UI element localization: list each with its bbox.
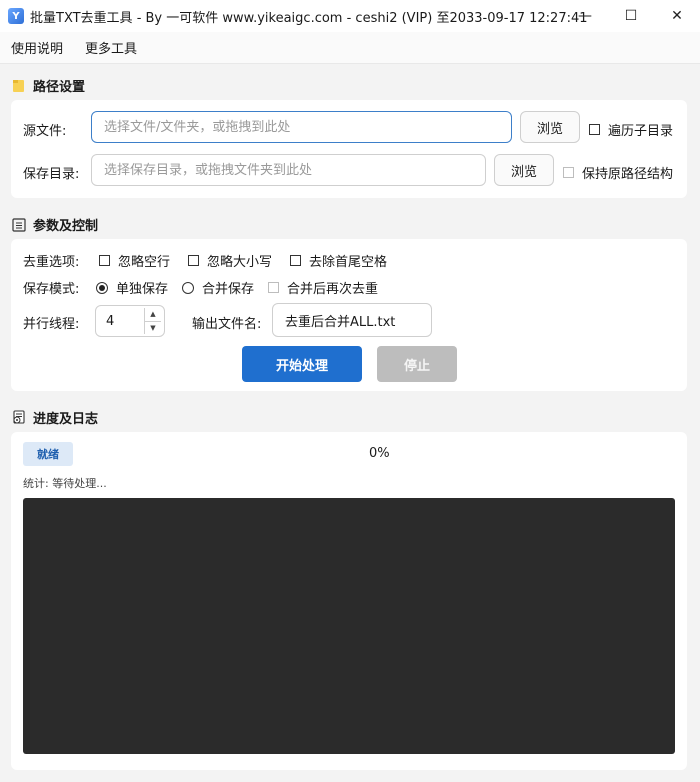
threads-spinbox[interactable]: 4 ▲ ▼ <box>95 305 165 337</box>
save-mode-separate-radio-circle[interactable] <box>96 281 108 294</box>
menu-item-help[interactable]: 使用说明 <box>0 38 74 57</box>
log-icon <box>11 410 27 426</box>
close-button[interactable]: ✕ <box>654 0 700 32</box>
threads-up-icon[interactable]: ▲ <box>145 308 161 322</box>
save-dir-input[interactable] <box>91 154 486 186</box>
menu-item-more-tools[interactable]: 更多工具 <box>74 38 148 57</box>
params-section-header: 参数及控制 <box>11 215 98 234</box>
menu-bar: 使用说明 更多工具 <box>0 32 700 64</box>
keep-structure-checkbox-box[interactable] <box>563 167 574 178</box>
save-mode-merge-radio[interactable]: 合并保存 <box>182 278 254 297</box>
save-mode-label: 保存模式: <box>23 282 80 297</box>
save-dir-label: 保存目录: <box>23 167 80 182</box>
start-button[interactable]: 开始处理 <box>242 346 362 382</box>
title-bar: Y 批量TXT去重工具 - By 一可软件 www.yikeaigc.com -… <box>0 0 700 33</box>
minimize-button[interactable]: — <box>562 0 608 32</box>
save-mode-merge-radio-circle[interactable] <box>182 281 194 294</box>
progress-percent: 0% <box>369 446 390 461</box>
app-icon: Y <box>8 8 24 24</box>
progress-section-header: 进度及日志 <box>11 408 98 427</box>
recursive-label: 遍历子目录 <box>608 124 674 139</box>
window-title: 批量TXT去重工具 - By 一可软件 www.yikeaigc.com - c… <box>30 10 588 26</box>
path-settings-card: 源文件: 浏览 遍历子目录 保存目录: 浏览 保持原路径结构 <box>11 100 687 198</box>
merge-dedup-checkbox[interactable]: 合并后再次去重 <box>268 278 378 297</box>
save-mode-separate-label: 单独保存 <box>116 282 169 297</box>
progress-card: 就绪 0% 统计: 等待处理... <box>11 432 687 770</box>
ignore-case-label: 忽略大小写 <box>207 255 273 270</box>
window-controls: — ☐ ✕ <box>562 0 700 32</box>
maximize-button[interactable]: ☐ <box>608 0 654 32</box>
merge-dedup-box[interactable] <box>268 282 279 293</box>
source-file-label: 源文件: <box>23 124 67 139</box>
save-mode-separate-radio[interactable]: 单独保存 <box>96 278 168 297</box>
recursive-checkbox[interactable]: 遍历子目录 <box>589 120 673 139</box>
params-section-title: 参数及控制 <box>33 219 99 234</box>
threads-label: 并行线程: <box>23 317 80 332</box>
recursive-checkbox-box[interactable] <box>589 124 600 135</box>
stats-text: 统计: 等待处理... <box>23 477 107 490</box>
source-browse-button[interactable]: 浏览 <box>520 111 580 143</box>
status-badge: 就绪 <box>23 442 73 466</box>
keep-structure-label: 保持原路径结构 <box>582 167 674 182</box>
save-mode-merge-label: 合并保存 <box>202 282 255 297</box>
trim-spaces-label: 去除首尾空格 <box>309 255 388 270</box>
threads-value[interactable]: 4 <box>96 314 144 329</box>
threads-stepper[interactable]: ▲ ▼ <box>144 308 161 334</box>
trim-spaces-checkbox[interactable]: 去除首尾空格 <box>290 251 387 270</box>
save-browse-button[interactable]: 浏览 <box>494 154 554 186</box>
list-icon <box>11 217 27 233</box>
folder-icon <box>11 78 27 94</box>
path-section-header: 路径设置 <box>11 76 85 95</box>
dedup-options-label: 去重选项: <box>23 255 80 270</box>
params-card: 去重选项: 忽略空行 忽略大小写 去除首尾空格 保存模式: 单独保存 合并保存 … <box>11 239 687 391</box>
output-name-input[interactable]: 去重后合并ALL.txt <box>272 303 432 337</box>
merge-dedup-label: 合并后再次去重 <box>287 282 379 297</box>
threads-down-icon[interactable]: ▼ <box>145 322 161 335</box>
ignore-case-checkbox[interactable]: 忽略大小写 <box>188 251 272 270</box>
ignore-empty-lines-checkbox[interactable]: 忽略空行 <box>99 251 170 270</box>
path-section-title: 路径设置 <box>33 80 86 95</box>
output-name-label: 输出文件名: <box>192 317 262 332</box>
trim-spaces-box[interactable] <box>290 255 301 266</box>
progress-section-title: 进度及日志 <box>33 412 99 427</box>
ignore-case-box[interactable] <box>188 255 199 266</box>
source-file-input[interactable] <box>91 111 512 143</box>
stop-button[interactable]: 停止 <box>377 346 457 382</box>
keep-structure-checkbox[interactable]: 保持原路径结构 <box>563 163 673 182</box>
log-output[interactable] <box>23 498 675 754</box>
ignore-empty-lines-label: 忽略空行 <box>118 255 171 270</box>
ignore-empty-lines-box[interactable] <box>99 255 110 266</box>
